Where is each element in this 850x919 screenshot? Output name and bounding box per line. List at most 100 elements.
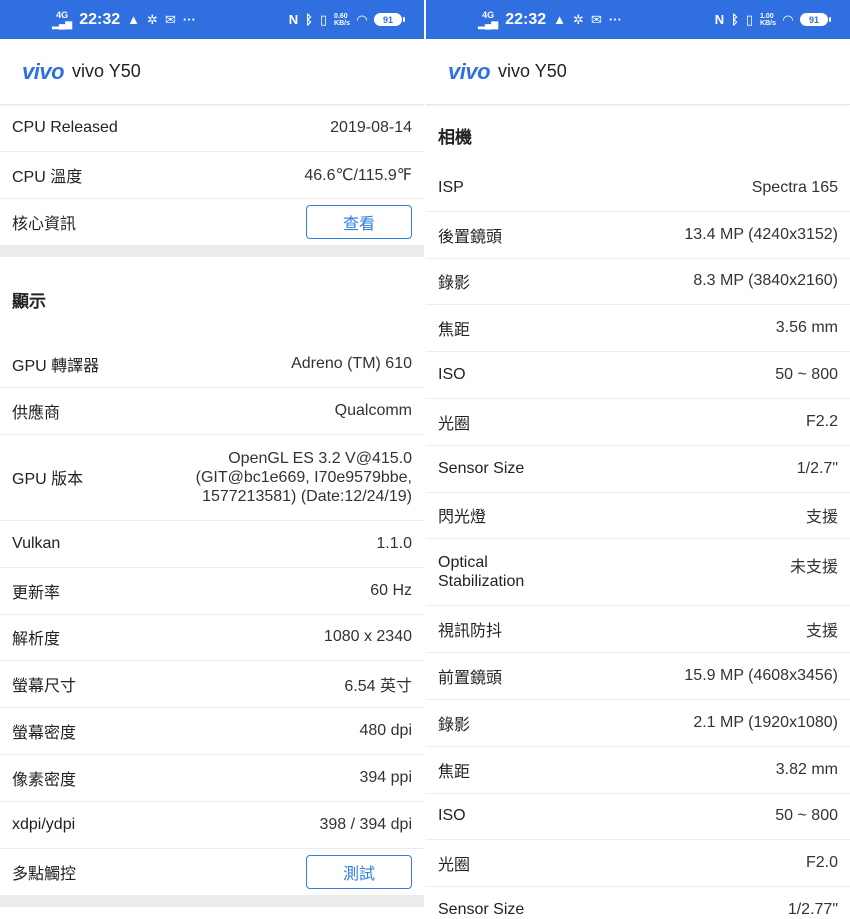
row-key: 閃光燈 (438, 509, 487, 527)
info-row: 前置鏡頭 15.9 MP (4608x3456) (426, 653, 850, 700)
right-screen: 4G ▂▄▆ 22:32 ▲ ✲ ✉ ··· N ᛒ ▯ 1.00 KB/s ◠ 9… (426, 0, 850, 919)
info-row: 更新率 60 Hz (0, 568, 424, 615)
row-value: 50 ~ 800 (775, 366, 838, 384)
wifi-icon: ◠ (357, 11, 367, 27)
info-row: 錄影 2.1 MP (1920x1080) (426, 700, 850, 747)
row-value: F2.0 (805, 854, 838, 872)
row-key: CPU 溫度 (12, 168, 83, 186)
info-row: 供應商 Qualcomm (0, 388, 424, 435)
row-key-line: Stabilization (438, 573, 525, 591)
row-value-line: (GIT@bc1e669, I70e9579bbe, (195, 468, 412, 486)
row-value: 支援 (805, 623, 838, 641)
info-row: 螢幕尺寸 6.54 英寸 (0, 661, 424, 709)
wifi-icon: ◠ (783, 11, 793, 27)
row-key: 螢幕密度 (12, 725, 77, 743)
info-row: xdpi/ydpi 398 / 394 dpi (0, 802, 424, 849)
row-value: Qualcomm (334, 402, 412, 420)
info-row: 螢幕密度 480 dpi (0, 708, 424, 755)
row-value: 394 ppi (359, 768, 413, 786)
row-key: 前置鏡頭 (438, 670, 503, 688)
row-key: 視訊防抖 (438, 623, 503, 641)
app-bar: vivo vivo Y50 (426, 39, 850, 105)
device-name: vivo Y50 (498, 61, 567, 81)
section-divider (0, 895, 424, 908)
row-value: Adreno (TM) 610 (291, 355, 412, 373)
battery-icon: 91 (800, 13, 831, 26)
row-key: Sensor Size (438, 901, 525, 919)
info-row: 光圈 F2.2 (426, 399, 850, 446)
row-key: GPU 轉譯器 (12, 358, 100, 376)
status-bar: 4G ▂▄▆ 22:32 ▲ ✲ ✉ ··· N ᛒ ▯ 1.00 KB/s ◠ 9… (426, 0, 850, 39)
mail-icon: ✉ (590, 11, 602, 27)
row-key: ISP (438, 178, 464, 196)
info-row: Sensor Size 1/2.7" (426, 446, 850, 493)
row-key: Sensor Size (438, 459, 525, 477)
info-row: 像素密度 394 ppi (0, 755, 424, 802)
clock: 22:32 (79, 10, 121, 28)
row-key: Vulkan (12, 534, 61, 552)
row-value: 1/2.77" (787, 901, 838, 919)
row-value: 480 dpi (359, 722, 413, 740)
row-key-line: Optical (438, 554, 488, 572)
row-key: Optical Stabilization (438, 553, 524, 591)
vibrate-icon: ▯ (745, 11, 754, 27)
app-bar: vivo vivo Y50 (0, 39, 424, 105)
info-row: ISO 50 ~ 800 (426, 352, 850, 399)
row-value: OpenGL ES 3.2 V@415.0 (GIT@bc1e669, I70e… (196, 449, 412, 506)
test-multitouch-button[interactable]: 測試 (306, 854, 412, 889)
row-value: Spectra 165 (751, 178, 838, 196)
more-icon: ··· (182, 12, 196, 27)
row-value: 2.1 MP (1920x1080) (693, 713, 838, 731)
battery-icon: 91 (374, 13, 405, 26)
gear-icon: ✲ (573, 11, 584, 27)
view-cores-button[interactable]: 查看 (306, 204, 412, 239)
signal-label: 4G (56, 9, 69, 20)
bluetooth-icon: ᛒ (305, 12, 313, 27)
signal-icon: 4G ▂▄▆ (478, 9, 499, 29)
row-value: 2019-08-14 (330, 118, 412, 136)
info-row: 光圈 F2.0 (426, 840, 850, 888)
row-key: 光圈 (438, 415, 471, 433)
row-value: 1080 x 2340 (323, 628, 412, 646)
row-value: 60 Hz (370, 581, 412, 599)
row-value: 50 ~ 800 (775, 807, 838, 825)
vivo-logo: vivo (448, 58, 491, 84)
row-value: 15.9 MP (4608x3456) (684, 667, 838, 685)
info-row: 錄影 8.3 MP (3840x2160) (426, 259, 850, 306)
info-row: GPU 轉譯器 Adreno (TM) 610 (0, 341, 424, 389)
clock: 22:32 (505, 10, 547, 28)
row-value: 支援 (805, 509, 838, 527)
row-key: 焦距 (438, 763, 471, 781)
row-key: 供應商 (12, 405, 61, 423)
more-icon: ··· (608, 12, 622, 27)
row-key: 螢幕尺寸 (12, 678, 77, 696)
nfc-icon: N (288, 12, 299, 27)
info-row: Sensor Size 1/2.77" (426, 887, 850, 919)
info-row: Vulkan 1.1.0 (0, 521, 424, 568)
info-row: Optical Stabilization 未支援 (426, 539, 850, 607)
vibrate-icon: ▯ (319, 11, 328, 27)
core-info-row: 核心資訊 查看 (0, 199, 424, 246)
row-key: 錄影 (438, 275, 471, 293)
signal-label: 4G (482, 9, 495, 20)
row-key: 後置鏡頭 (438, 228, 503, 246)
left-screen: 4G ▂▄▆ 22:32 ▲ ✲ ✉ ··· N ᛒ ▯ 0.60 KB/s ◠ 9… (0, 0, 424, 919)
row-value: 6.54 英寸 (344, 678, 412, 696)
row-value: 未支援 (789, 559, 838, 577)
row-key: 錄影 (438, 716, 471, 734)
warning-icon: ▲ (127, 12, 141, 27)
net-speed: 0.60 KB/s (334, 12, 350, 27)
signal-icon: 4G ▂▄▆ (52, 9, 73, 29)
row-key: 更新率 (12, 584, 61, 602)
row-value-line: 1577213581) (Date:12/24/19) (202, 487, 412, 505)
row-key: 像素密度 (12, 771, 77, 789)
row-key: xdpi/ydpi (12, 815, 76, 833)
multitouch-row: 多點觸控 測試 (0, 849, 424, 896)
info-row: CPU Released 2019-08-14 (0, 105, 424, 152)
info-row: CPU 溫度 46.6℃/115.9℉ (0, 152, 424, 199)
row-value: 1.1.0 (376, 534, 412, 552)
row-value: 1/2.7" (796, 459, 838, 477)
section-title-camera: 相機 (438, 127, 472, 147)
row-key: 解析度 (12, 631, 61, 649)
device-name: vivo Y50 (72, 61, 141, 81)
